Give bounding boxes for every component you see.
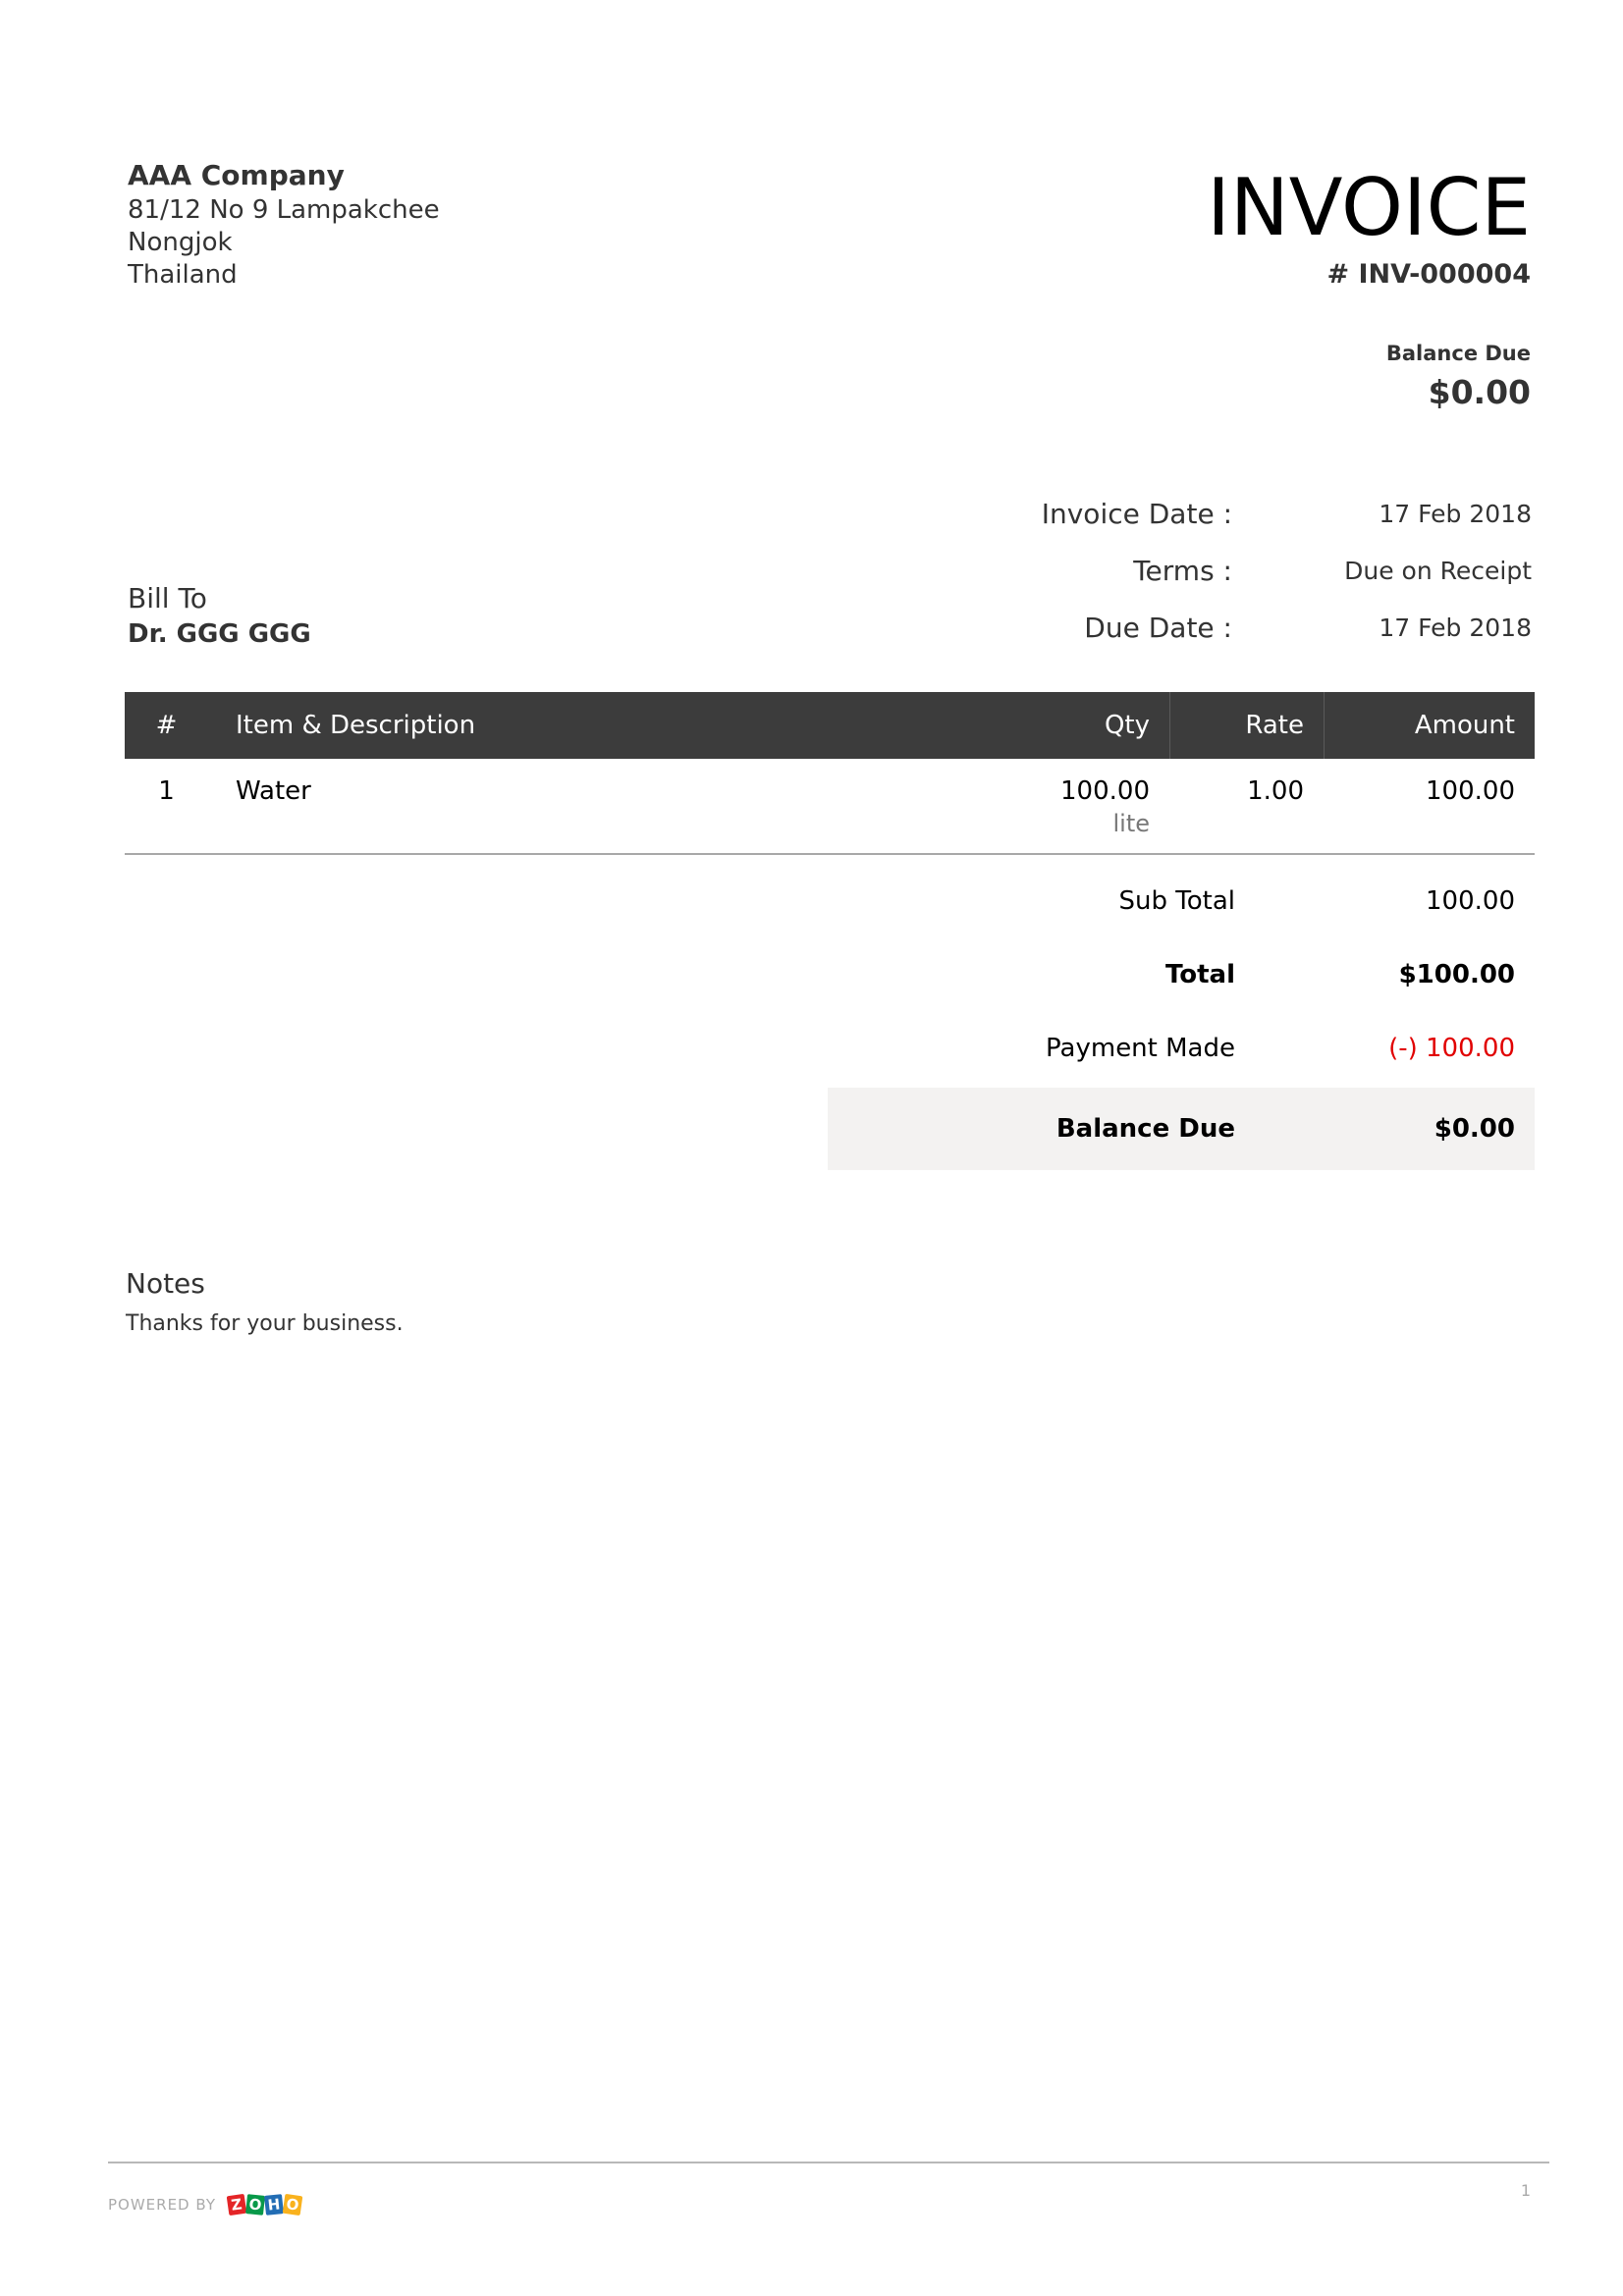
zoho-letter: H [264, 2194, 285, 2216]
meta-row-invoice-date: Invoice Date : 17 Feb 2018 [982, 485, 1532, 542]
company-block: AAA Company 81/12 No 9 Lampakchee Nongjo… [128, 157, 440, 292]
table-row: 1 Water 100.00 lite 1.00 100.00 [125, 759, 1535, 855]
invoice-title: INVOICE [1207, 162, 1531, 253]
row-qty-cell: 100.00 lite [968, 776, 1169, 853]
header-description: Item & Description [236, 711, 476, 740]
meta-value: 17 Feb 2018 [1379, 613, 1532, 642]
zoho-letter: O [282, 2193, 303, 2216]
zoho-letter: O [245, 2194, 266, 2216]
page-number: 1 [1520, 2181, 1531, 2200]
row-unit: lite [1112, 810, 1150, 837]
meta-label: Invoice Date : [1041, 497, 1232, 530]
totals-block: Sub Total 100.00 Total $100.00 Payment M… [828, 864, 1535, 1170]
bill-to-name: Dr. GGG GGG [128, 619, 311, 649]
header-num: # [155, 711, 178, 740]
company-address-line: 81/12 No 9 Lampakchee [128, 195, 440, 225]
bill-to-label: Bill To [128, 582, 207, 614]
header-qty: Qty [1104, 711, 1150, 740]
zoho-logo-icon: Z O H O [226, 2193, 303, 2216]
balance-due-label: Balance Due [1385, 342, 1531, 365]
meta-row-due-date: Due Date : 17 Feb 2018 [982, 599, 1532, 656]
invoice-number: # INV-000004 [1326, 259, 1531, 290]
total-label: Total [1164, 959, 1235, 989]
total-row: Total $100.00 [828, 937, 1535, 1011]
meta-value: Due on Receipt [1344, 556, 1532, 585]
row-qty: 100.00 [1060, 776, 1150, 806]
company-address-line: Thailand [128, 260, 238, 290]
row-rate: 1.00 [1247, 776, 1304, 806]
notes-block: Notes Thanks for your business. [126, 1264, 404, 1336]
items-table: # Item & Description Qty Rate Amount 1 W… [125, 692, 1535, 855]
company-address-line: Nongjok [128, 228, 233, 257]
balance-due-row: Balance Due $0.00 [828, 1088, 1535, 1170]
invoice-meta: Invoice Date : 17 Feb 2018 Terms : Due o… [982, 485, 1532, 656]
items-table-header: # Item & Description Qty Rate Amount [125, 692, 1535, 759]
powered-by-text: POWERED BY [108, 2196, 217, 2214]
meta-row-terms: Terms : Due on Receipt [982, 542, 1532, 599]
balance-due-row-label: Balance Due [1055, 1114, 1235, 1144]
powered-by: POWERED BY Z O H O [108, 2193, 303, 2216]
payment-made-label: Payment Made [1046, 1033, 1235, 1063]
sub-total-row: Sub Total 100.00 [828, 864, 1535, 937]
meta-label: Terms : [1133, 554, 1232, 587]
sub-total-value: 100.00 [1426, 885, 1515, 916]
zoho-letter: Z [226, 2193, 247, 2216]
header-amount: Amount [1324, 692, 1535, 759]
payment-made-row: Payment Made (-) 100.00 [828, 1011, 1535, 1085]
payment-made-value: (-) 100.00 [1388, 1033, 1515, 1063]
balance-due-amount: $0.00 [1428, 373, 1531, 411]
row-amount: 100.00 [1426, 776, 1515, 806]
meta-value: 17 Feb 2018 [1379, 499, 1532, 528]
meta-label: Due Date : [1084, 611, 1232, 644]
footer-divider [108, 2162, 1549, 2163]
total-value: $100.00 [1398, 959, 1515, 989]
row-num: 1 [158, 776, 175, 806]
sub-total-label: Sub Total [1118, 885, 1235, 916]
company-name: AAA Company [128, 159, 345, 191]
row-description: Water [236, 776, 311, 806]
bill-to-block: Bill To Dr. GGG GGG [128, 581, 311, 652]
notes-text: Thanks for your business. [126, 1311, 404, 1336]
balance-due-row-value: $0.00 [1434, 1114, 1515, 1144]
notes-label: Notes [126, 1267, 205, 1300]
invoice-page: AAA Company 81/12 No 9 Lampakchee Nongjo… [0, 0, 1623, 2296]
header-rate: Rate [1169, 692, 1324, 759]
